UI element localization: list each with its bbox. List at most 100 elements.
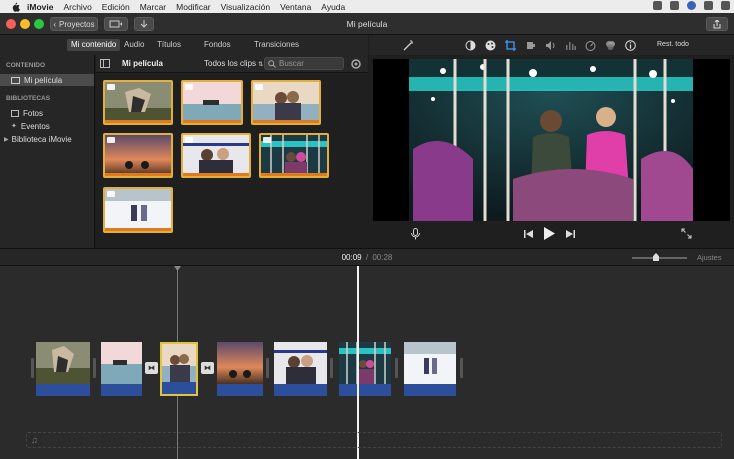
sidebar-item-eventos[interactable]: ✦ Eventos [0, 120, 94, 132]
skip-back-icon[interactable] [524, 230, 533, 240]
microphone-icon[interactable] [411, 228, 420, 242]
clip-range-bar [105, 228, 171, 231]
transition-icon[interactable]: ⧓ [145, 362, 158, 374]
play-icon[interactable] [544, 227, 555, 242]
photo-icon [185, 84, 193, 90]
clips-filter-dropdown[interactable]: Todos los clips ⇅ [204, 59, 263, 68]
magic-wand-icon[interactable] [402, 39, 414, 51]
menu-edicion[interactable]: Edición [102, 2, 130, 12]
time-separator: / [365, 253, 369, 262]
color-correction-icon[interactable] [484, 39, 496, 51]
timeline-clip[interactable] [101, 342, 142, 396]
sidebar-content-header: CONTENIDO [6, 62, 45, 69]
audio-bar [36, 384, 90, 396]
clip-handle[interactable] [31, 358, 34, 378]
clip-thumbnail[interactable] [181, 80, 243, 125]
clip-thumbnail[interactable] [103, 187, 173, 233]
timeline-header: 00:09 / 00:28 Ajustes [0, 248, 734, 266]
settings-button[interactable]: Ajustes [697, 253, 722, 262]
window-title: Mi película [346, 19, 388, 29]
timeline-clip-selected[interactable] [160, 342, 198, 396]
status-icon[interactable] [653, 1, 662, 10]
user-avatar-icon[interactable] [687, 1, 696, 10]
clip-thumbnail[interactable] [103, 80, 173, 125]
filter-icon[interactable] [604, 39, 616, 51]
video-frame-image [373, 59, 730, 221]
menu-bar: iMovie Archivo Edición Marcar Modificar … [0, 0, 734, 13]
crop-icon[interactable] [504, 39, 516, 51]
timeline-clip[interactable] [274, 342, 327, 396]
menu-ayuda[interactable]: Ayuda [321, 2, 345, 12]
menu-ventana[interactable]: Ventana [280, 2, 311, 12]
skimmer-marker [174, 266, 181, 271]
tab-transiciones[interactable]: Transiciones [250, 39, 303, 51]
audio-bar [404, 384, 456, 396]
gear-icon[interactable] [350, 58, 362, 70]
music-note-icon: ♫ [31, 435, 38, 445]
photo-icon [107, 84, 115, 90]
clip-thumbnail[interactable] [251, 80, 321, 125]
viewer-panel: Rest. todo [369, 35, 734, 248]
clip-thumbnail[interactable] [103, 133, 173, 178]
viewer-toolbar: Rest. todo [369, 35, 734, 55]
sidebar-item-fotos[interactable]: Fotos [0, 107, 94, 119]
tab-titulos[interactable]: Títulos [153, 39, 185, 51]
clip-range-bar [183, 120, 241, 123]
share-button[interactable] [706, 17, 728, 31]
skip-forward-icon[interactable] [566, 230, 575, 240]
library-tabs-bar: Mi contenido Audio Títulos Fondos Transi… [0, 35, 368, 55]
equalizer-icon[interactable] [564, 39, 576, 51]
menu-imovie[interactable]: iMovie [27, 2, 53, 12]
timeline-clip[interactable] [404, 342, 456, 396]
timeline[interactable]: ⧓ ⧓ ♫ [0, 266, 734, 459]
info-icon[interactable] [624, 39, 636, 51]
music-track-area[interactable]: ♫ [26, 432, 722, 448]
search-field[interactable]: Buscar [264, 57, 344, 70]
color-balance-icon[interactable] [464, 39, 476, 51]
clip-thumbnail[interactable] [181, 133, 251, 178]
clip-handle[interactable] [395, 358, 398, 378]
clips-filter-label: Todos los clips [204, 59, 257, 68]
menu-marcar[interactable]: Marcar [140, 2, 166, 12]
transition-icon[interactable]: ⧓ [201, 362, 214, 374]
menu-archivo[interactable]: Archivo [63, 2, 91, 12]
audio-bar [339, 384, 391, 396]
zoom-slider[interactable] [632, 253, 687, 261]
share-icon [713, 19, 721, 28]
sidebar-item-label: Mi película [24, 75, 63, 85]
audio-bar [274, 384, 327, 396]
video-preview [373, 59, 730, 221]
clip-handle[interactable] [460, 358, 463, 378]
chevron-updown-icon: ⇅ [258, 62, 264, 68]
sidebar-toggle-icon[interactable] [100, 59, 110, 68]
volume-icon[interactable] [544, 39, 556, 51]
menu-modificar[interactable]: Modificar [176, 2, 210, 12]
timeline-clip[interactable] [339, 342, 391, 396]
tab-fondos[interactable]: Fondos [200, 39, 235, 51]
sidebar-item-biblioteca[interactable]: ▶ Biblioteca iMovie [0, 133, 94, 145]
stabilization-icon[interactable] [524, 39, 536, 51]
notification-icon[interactable] [670, 1, 679, 10]
clip-thumbnail[interactable] [259, 133, 329, 178]
sidebar-item-mi-pelicula[interactable]: Mi película [0, 74, 94, 86]
menu-visualizacion[interactable]: Visualización [221, 2, 270, 12]
clip-handle[interactable] [93, 358, 96, 378]
menu-list-icon[interactable] [721, 1, 730, 10]
clip-handle[interactable] [330, 358, 333, 378]
disclosure-triangle-icon[interactable]: ▶ [4, 136, 9, 143]
project-icon [11, 76, 20, 84]
reset-all-button[interactable]: Rest. todo [657, 41, 689, 48]
tab-audio[interactable]: Audio [120, 39, 148, 51]
fullscreen-icon[interactable] [681, 228, 692, 241]
clip-range-bar [105, 120, 171, 123]
control-center-icon[interactable] [704, 1, 713, 10]
tab-mi-contenido[interactable]: Mi contenido [67, 39, 121, 51]
timeline-clip[interactable] [217, 342, 263, 396]
speed-icon[interactable] [584, 39, 596, 51]
playhead[interactable] [357, 266, 359, 459]
timeline-clip[interactable] [36, 342, 90, 396]
clip-range-bar [105, 173, 171, 176]
clip-handle[interactable] [266, 358, 269, 378]
sidebar-libraries-header: BIBLIOTECAS [6, 95, 51, 102]
apple-icon[interactable] [10, 1, 21, 12]
